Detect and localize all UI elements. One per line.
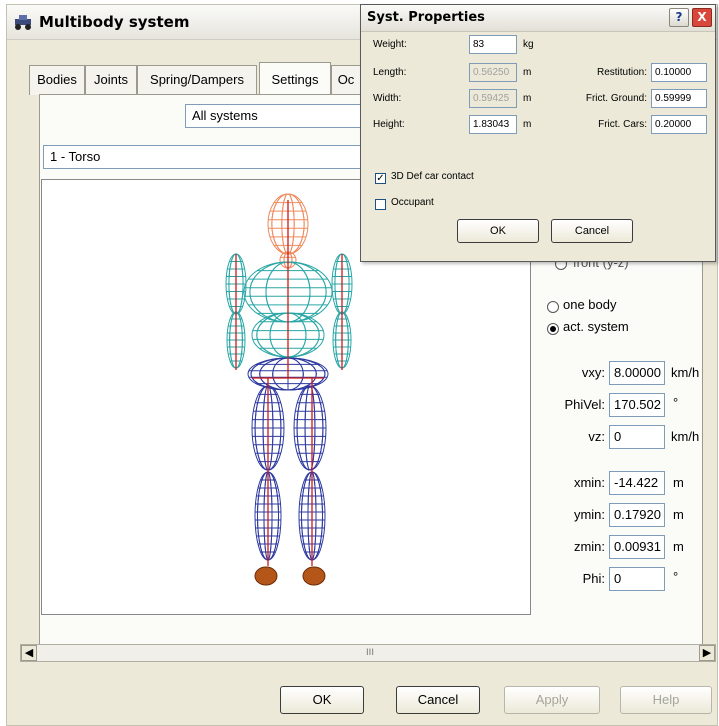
radio-one-body[interactable] bbox=[547, 301, 559, 313]
radio-act-system-label: act. system bbox=[563, 319, 629, 334]
frict-cars-input[interactable]: 0.20000 bbox=[651, 115, 707, 134]
phi-label: Phi: bbox=[582, 571, 605, 586]
vz-unit: km/h bbox=[671, 429, 700, 444]
length-unit: m bbox=[523, 67, 532, 78]
ymin-input[interactable]: 0.17920 bbox=[609, 503, 665, 527]
dialog-titlebar[interactable]: Syst. Properties ? X bbox=[361, 5, 715, 32]
close-icon[interactable]: X bbox=[692, 8, 712, 27]
height-label: Height: bbox=[373, 119, 405, 130]
weight-label: Weight: bbox=[373, 39, 407, 50]
vxy-input[interactable]: 8.00000 bbox=[609, 361, 665, 385]
tab-occupant-partial[interactable]: Oc bbox=[331, 65, 361, 95]
checkbox-occupant-label: Occupant bbox=[391, 197, 434, 208]
scroll-thumb[interactable]: III bbox=[361, 646, 379, 660]
height-unit: m bbox=[523, 119, 532, 130]
phivel-unit: ° bbox=[673, 395, 679, 410]
width-input[interactable]: 0.59425 bbox=[469, 89, 517, 108]
checkbox-occupant[interactable] bbox=[375, 199, 386, 210]
frict-ground-input[interactable]: 0.59999 bbox=[651, 89, 707, 108]
tab-bodies[interactable]: Bodies bbox=[29, 65, 85, 95]
apply-button[interactable]: Apply bbox=[504, 686, 600, 714]
phi-input[interactable]: 0 bbox=[609, 567, 665, 591]
tab-joints[interactable]: Joints bbox=[85, 65, 137, 95]
restitution-label: Restitution: bbox=[596, 67, 647, 78]
ymin-label: ymin: bbox=[573, 507, 605, 522]
zmin-unit: m bbox=[673, 539, 684, 554]
length-label: Length: bbox=[373, 67, 407, 78]
tab-settings[interactable]: Settings bbox=[259, 62, 331, 94]
checkbox-3d-def-car-contact[interactable]: ✓ bbox=[375, 173, 386, 184]
syst-properties-dialog: Syst. Properties ? X Weight: 83 kg Lengt… bbox=[360, 4, 716, 262]
restitution-input[interactable]: 0.10000 bbox=[651, 63, 707, 82]
horizontal-scrollbar[interactable]: ◀ III ▶ bbox=[20, 644, 716, 662]
dialog-title: Syst. Properties bbox=[367, 10, 485, 25]
right-thigh-wireframe bbox=[293, 385, 327, 471]
radio-act-system[interactable] bbox=[547, 323, 559, 335]
ok-button[interactable]: OK bbox=[280, 686, 364, 714]
vz-label: vz: bbox=[588, 429, 605, 444]
dialog-ok-button[interactable]: OK bbox=[457, 219, 539, 243]
right-foot bbox=[302, 566, 326, 586]
vxy-unit: km/h bbox=[671, 365, 700, 380]
body-select[interactable]: 1 - Torso bbox=[43, 145, 373, 169]
system-select[interactable]: All systems bbox=[185, 104, 365, 128]
window-title: Multibody system bbox=[39, 13, 190, 31]
width-unit: m bbox=[523, 93, 532, 104]
dialog-cancel-button[interactable]: Cancel bbox=[551, 219, 633, 243]
system-select-value: All systems bbox=[192, 108, 258, 123]
left-foot bbox=[254, 566, 278, 586]
weight-unit: kg bbox=[523, 39, 534, 50]
phivel-input[interactable]: 170.502 bbox=[609, 393, 665, 417]
ymin-unit: m bbox=[673, 507, 684, 522]
xmin-label: xmin: bbox=[573, 475, 605, 490]
frict-cars-label: Frict. Cars: bbox=[598, 119, 647, 130]
help-icon[interactable]: ? bbox=[669, 8, 689, 27]
length-input[interactable]: 0.56250 bbox=[469, 63, 517, 82]
body-select-value: 1 - Torso bbox=[50, 149, 101, 164]
height-input[interactable]: 1.83043 bbox=[469, 115, 517, 134]
tab-spring-dampers[interactable]: Spring/Dampers bbox=[137, 65, 257, 95]
xmin-unit: m bbox=[673, 475, 684, 490]
scroll-left-button[interactable]: ◀ bbox=[21, 645, 37, 661]
vxy-label: vxy: bbox=[581, 365, 605, 380]
zmin-label: zmin: bbox=[573, 539, 605, 554]
weight-input[interactable]: 83 bbox=[469, 35, 517, 54]
help-button[interactable]: Help bbox=[620, 686, 712, 714]
frict-ground-label: Frict. Ground: bbox=[585, 93, 647, 104]
phivel-label: PhiVel: bbox=[564, 397, 605, 412]
multibody-app-icon bbox=[15, 15, 31, 30]
checkbox-3d-label: 3D Def car contact bbox=[391, 171, 474, 182]
radio-one-body-label: one body bbox=[563, 297, 617, 312]
cancel-button[interactable]: Cancel bbox=[396, 686, 480, 714]
width-label: Width: bbox=[373, 93, 402, 104]
vz-input[interactable]: 0 bbox=[609, 425, 665, 449]
xmin-input[interactable]: -14.422 bbox=[609, 471, 665, 495]
zmin-input[interactable]: 0.00931 bbox=[609, 535, 665, 559]
phi-unit: ° bbox=[673, 569, 679, 584]
scroll-right-button[interactable]: ▶ bbox=[699, 645, 715, 661]
